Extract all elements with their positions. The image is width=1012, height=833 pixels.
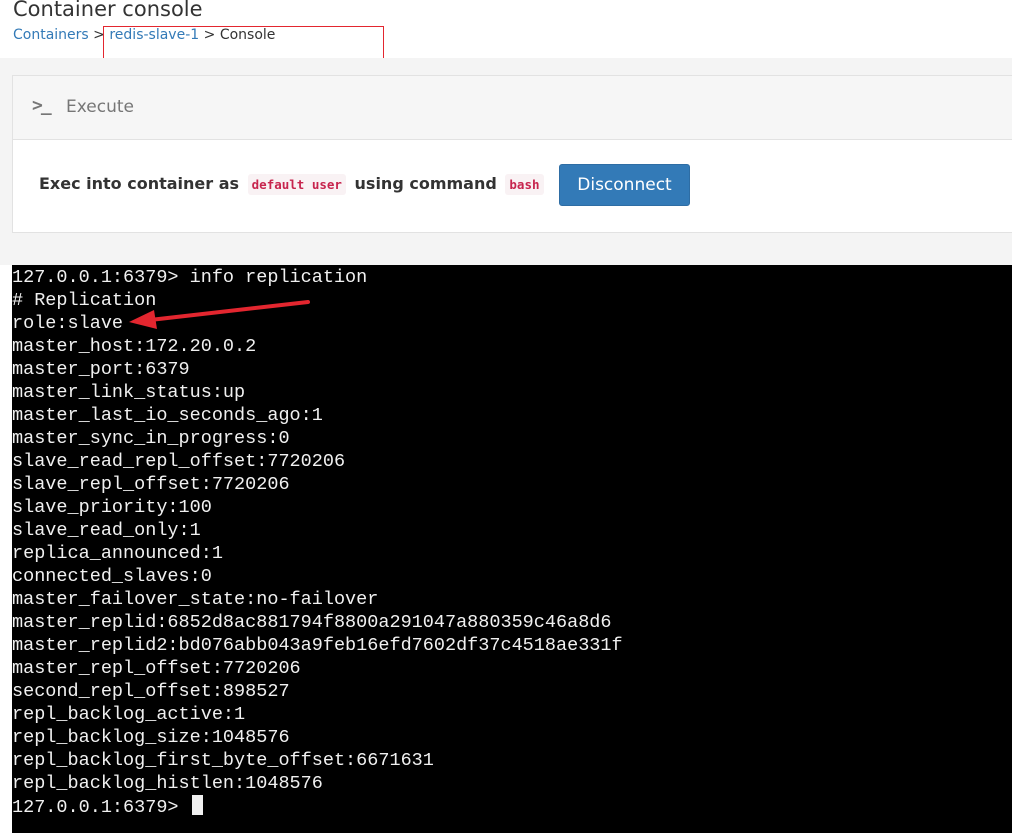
disconnect-button[interactable]: Disconnect [559, 164, 690, 206]
terminal-prompt: 127.0.0.1:6379> [12, 797, 190, 818]
terminal-line: master_host:172.20.0.2 [12, 336, 257, 357]
widget-title: Execute [66, 97, 134, 117]
terminal-line: repl_backlog_histlen:1048576 [12, 773, 323, 794]
terminal-line: master_replid:6852d8ac881794f8800a291047… [12, 612, 612, 633]
terminal-line: slave_read_only:1 [12, 520, 201, 541]
terminal-line: repl_backlog_active:1 [12, 704, 246, 725]
terminal-prompt-icon: >_ [32, 95, 52, 116]
exec-description: Exec into container as default user usin… [39, 174, 547, 195]
terminal-line: master_last_io_seconds_ago:1 [12, 405, 323, 426]
terminal-line: master_sync_in_progress:0 [12, 428, 290, 449]
terminal-line: connected_slaves:0 [12, 566, 212, 587]
terminal-line: slave_read_repl_offset:7720206 [12, 451, 346, 472]
page-header: Container console Containers > redis-sla… [0, 0, 1012, 68]
terminal-line: # Replication [12, 290, 157, 311]
terminal-line: master_repl_offset:7720206 [12, 658, 301, 679]
terminal-line: repl_backlog_first_byte_offset:6671631 [12, 750, 434, 771]
terminal-line: role:slave [12, 313, 124, 334]
terminal-line: slave_repl_offset:7720206 [12, 474, 290, 495]
exec-command-code: bash [505, 174, 544, 195]
terminal-line: master_link_status:up [12, 382, 246, 403]
widget-body: Exec into container as default user usin… [13, 140, 1012, 232]
terminal-line: slave_priority:100 [12, 497, 212, 518]
terminal-line: master_failover_state:no-failover [12, 589, 379, 610]
page-title: Container console [13, 0, 203, 21]
widget-header: >_ Execute [13, 76, 1012, 140]
terminal-line: master_replid2:bd076abb043a9feb16efd7602… [12, 635, 623, 656]
terminal-line: replica_announced:1 [12, 543, 223, 564]
breadcrumb-containers-link[interactable]: Containers [13, 27, 89, 43]
execute-widget: >_ Execute Exec into container as defaul… [12, 75, 1012, 233]
terminal-line: repl_backlog_size:1048576 [12, 727, 290, 748]
exec-prefix-text: Exec into container as [39, 174, 240, 193]
terminal-console[interactable]: 127.0.0.1:6379> info replication # Replic… [12, 265, 1012, 833]
exec-using-text: using command [354, 174, 497, 193]
terminal-line: master_port:6379 [12, 359, 190, 380]
terminal-line: 127.0.0.1:6379> info replication [12, 267, 368, 288]
terminal-line: second_repl_offset:898527 [12, 681, 290, 702]
exec-user-code: default user [247, 174, 346, 195]
terminal-prompt-line[interactable]: 127.0.0.1:6379> [12, 795, 203, 818]
terminal-cursor [191, 795, 203, 815]
